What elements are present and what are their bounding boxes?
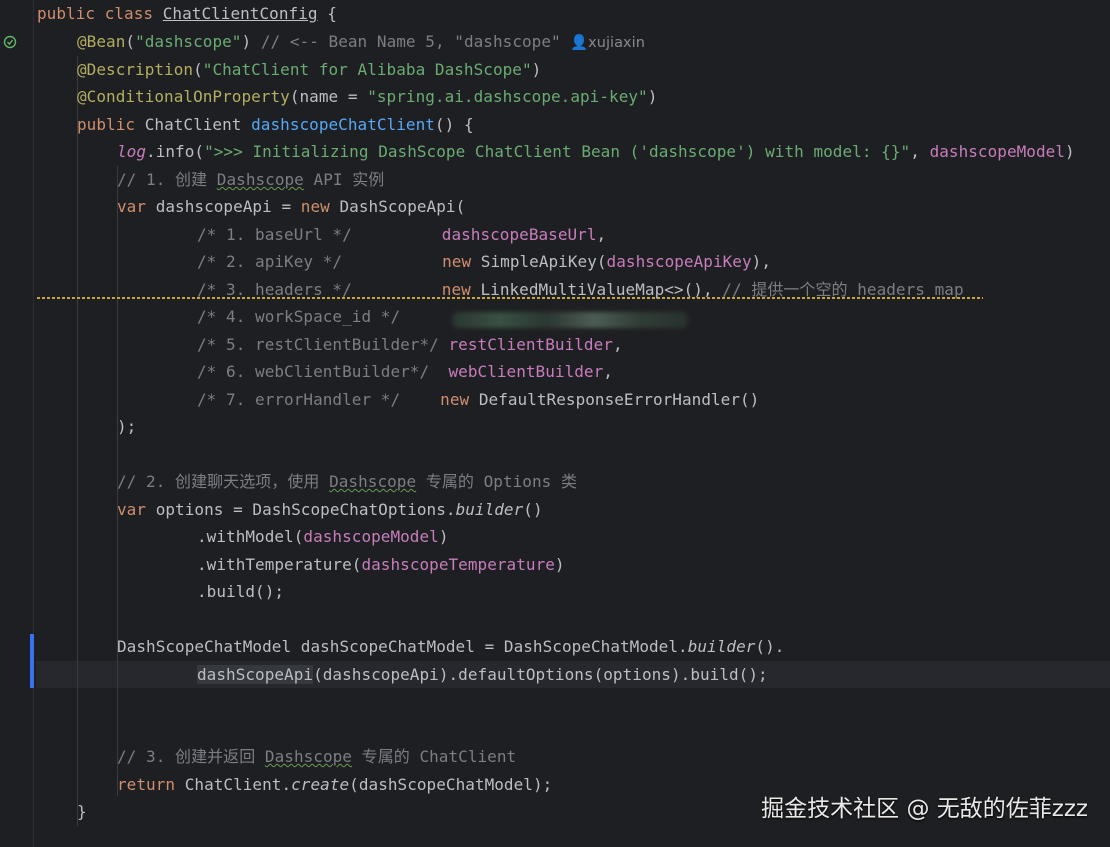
code-area[interactable]: public class ChatClientConfig { @Bean("d… <box>0 0 1110 847</box>
code-line: /* 3. headers */new LinkedMultiValueMap<… <box>197 280 964 299</box>
person-icon: 👤 <box>570 35 589 51</box>
code-line: .build(); <box>197 582 285 601</box>
code-line: .withModel(dashscopeModel) <box>197 527 449 546</box>
code-line: DashScopeChatModel dashScopeChatModel = … <box>117 637 785 656</box>
code-line: } <box>77 802 87 821</box>
code-line: // 3. 创建并返回 Dashscope 专属的 ChatClient <box>117 747 517 766</box>
code-line: /* 5. restClientBuilder*/ restClientBuil… <box>197 335 623 354</box>
code-line: /* 1. baseUrl */dashscopeBaseUrl, <box>197 225 607 244</box>
code-line: // 1. 创建 Dashscope API 实例 <box>117 170 385 189</box>
code-line: /* 4. workSpace_id */ <box>197 307 401 326</box>
code-line: /* 7. errorHandler */new DefaultResponse… <box>197 390 760 409</box>
code-line: var dashscopeApi = new DashScopeApi( <box>117 197 466 216</box>
code-line: /* 2. apiKey */new SimpleApiKey(dashscop… <box>197 252 771 271</box>
author-inlay-hint: 👤xujiaxin <box>570 35 645 51</box>
code-editor[interactable]: public class ChatClientConfig { @Bean("d… <box>0 0 1110 847</box>
code-line: var options = DashScopeChatOptions.build… <box>117 500 543 519</box>
code-line: @ConditionalOnProperty(name = "spring.ai… <box>77 87 658 106</box>
code-line: log.info(">>> Initializing DashScope Cha… <box>117 142 1075 161</box>
code-line: ); <box>117 417 137 436</box>
watermark: 掘金技术社区 @ 无敌的佐菲zzz <box>761 796 1088 822</box>
code-line: return ChatClient.create(dashScopeChatMo… <box>117 775 553 794</box>
code-line-current: dashScopeApi(dashscopeApi).defaultOption… <box>197 665 768 684</box>
code-line: .withTemperature(dashscopeTemperature) <box>197 555 565 574</box>
code-line: public ChatClient dashscopeChatClient() … <box>77 115 474 134</box>
code-line: public class ChatClientConfig { <box>37 4 337 23</box>
code-line: /* 6. webClientBuilder*/ webClientBuilde… <box>197 362 613 381</box>
class-name: ChatClientConfig <box>162 4 318 23</box>
code-line: @Bean("dashscope") // <-- Bean Name 5, "… <box>77 32 645 51</box>
code-line: @Description("ChatClient for Alibaba Das… <box>77 60 542 79</box>
highlighted-token: dashScopeApi <box>197 665 314 684</box>
code-line: // 2. 创建聊天选项，使用 Dashscope 专属的 Options 类 <box>117 472 578 491</box>
